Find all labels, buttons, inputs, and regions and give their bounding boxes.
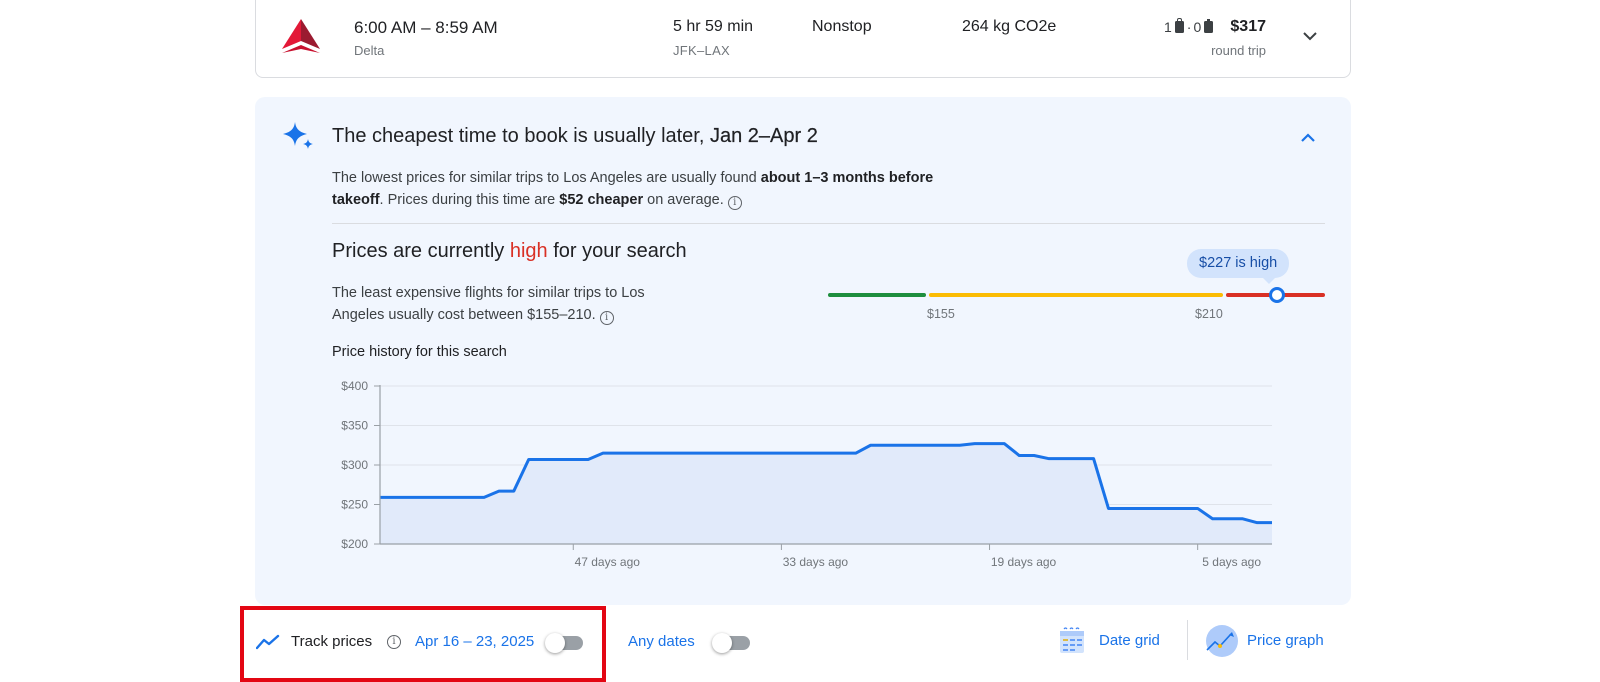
checked-bag-icon [1204,19,1214,33]
cheapest-date-range: Jan 2–Apr 2 [709,125,818,147]
flight-emissions: 264 kg CO2e [962,18,1057,35]
info-icon[interactable]: i [727,196,742,210]
flight-duration: 5 hr 59 min [673,18,754,35]
track-prices-label: Track prices [291,633,373,650]
date-grid-button[interactable]: Date grid [1099,632,1160,649]
cheapest-time-title: The cheapest time to book is usually lat… [332,125,818,148]
meter-high-label: $210 [1195,307,1223,321]
price-area [380,443,1272,544]
track-prices-toggle[interactable] [545,633,583,653]
meter-current-marker [1269,287,1285,303]
any-dates-label[interactable]: Any dates [628,633,695,650]
toggle-thumb [712,633,732,653]
price-level-meter: $155 $210 [828,287,1325,327]
price-level-title: Prices are currently high for your searc… [332,240,687,263]
price-insights-panel: The cheapest time to book is usually lat… [255,97,1351,605]
price-type: round trip [1211,43,1266,58]
any-dates-toggle[interactable] [712,633,750,653]
cheapest-title-prefix: The cheapest time to book is usually lat… [332,125,710,147]
bag-separator: · [1186,19,1192,35]
cheapest-time-description: The lowest prices for similar trips to L… [332,167,982,211]
meter-typical-segment [929,293,1223,297]
meter-low-segment [828,293,926,297]
flight-price: $317 [1230,18,1266,35]
range-text: The least expensive flights for similar … [332,285,645,323]
checked-bag-count: 0 [1193,19,1202,35]
x-tick-label: 5 days ago [1202,555,1261,569]
info-icon[interactable]: i [387,635,401,649]
chevron-down-icon[interactable] [1300,26,1320,46]
price-history-chart: $200 $250 $300 $350 $400 47 days ago 33 days a… [341,379,1272,569]
price-history-title: Price history for this search [332,344,507,360]
divider [332,223,1325,224]
bottom-toolbar: Track prices i Apr 16 – 23, 2025 Any dat… [0,620,1600,668]
price-level-prefix: Prices are currently [332,240,510,262]
y-tick-label: $350 [341,419,368,433]
chevron-up-icon[interactable] [1297,127,1319,149]
desc-text: The lowest prices for similar trips to L… [332,170,761,186]
flight-stops: Nonstop [812,18,872,35]
trending-up-icon [256,634,280,650]
calendar-grid-icon[interactable] [1058,626,1088,656]
desc-text: . Prices during this time are [379,192,560,208]
divider [1187,620,1188,660]
carry-on-count: 1 [1164,19,1172,35]
price-level-suffix: for your search [547,240,687,262]
current-price-bubble: $227 is high [1187,249,1290,284]
track-prices-dates[interactable]: Apr 16 – 23, 2025 [415,633,534,650]
typical-range-description: The least expensive flights for similar … [332,282,692,326]
airline-name: Delta [354,43,385,58]
baggage-info: 1 · 0 [1164,18,1214,35]
y-tick-label: $250 [341,498,368,512]
desc-text: on average. [643,192,724,208]
y-tick-label: $200 [341,537,368,551]
carry-on-bag-icon [1174,18,1184,33]
flight-times: 6:00 AM – 8:59 AM [354,18,498,37]
meter-low-label: $155 [927,307,955,321]
y-tick-label: $300 [341,458,368,472]
sparkle-icon [283,122,313,149]
toggle-thumb [545,633,565,653]
flight-result-card[interactable]: 6:00 AM – 8:59 AM Delta 5 hr 59 min JFK–… [255,0,1351,78]
x-tick-label: 19 days ago [991,555,1057,569]
x-tick-label: 47 days ago [575,555,641,569]
desc-bold-savings: $52 cheaper [559,192,644,208]
price-level-value: high [509,240,548,262]
info-icon[interactable]: i [599,311,614,325]
delta-logo-icon [282,19,320,53]
y-tick-label: $400 [341,379,368,393]
price-graph-icon[interactable] [1205,624,1239,658]
flight-route: JFK–LAX [673,43,731,58]
x-tick-label: 33 days ago [783,555,849,569]
price-graph-button[interactable]: Price graph [1247,632,1324,649]
